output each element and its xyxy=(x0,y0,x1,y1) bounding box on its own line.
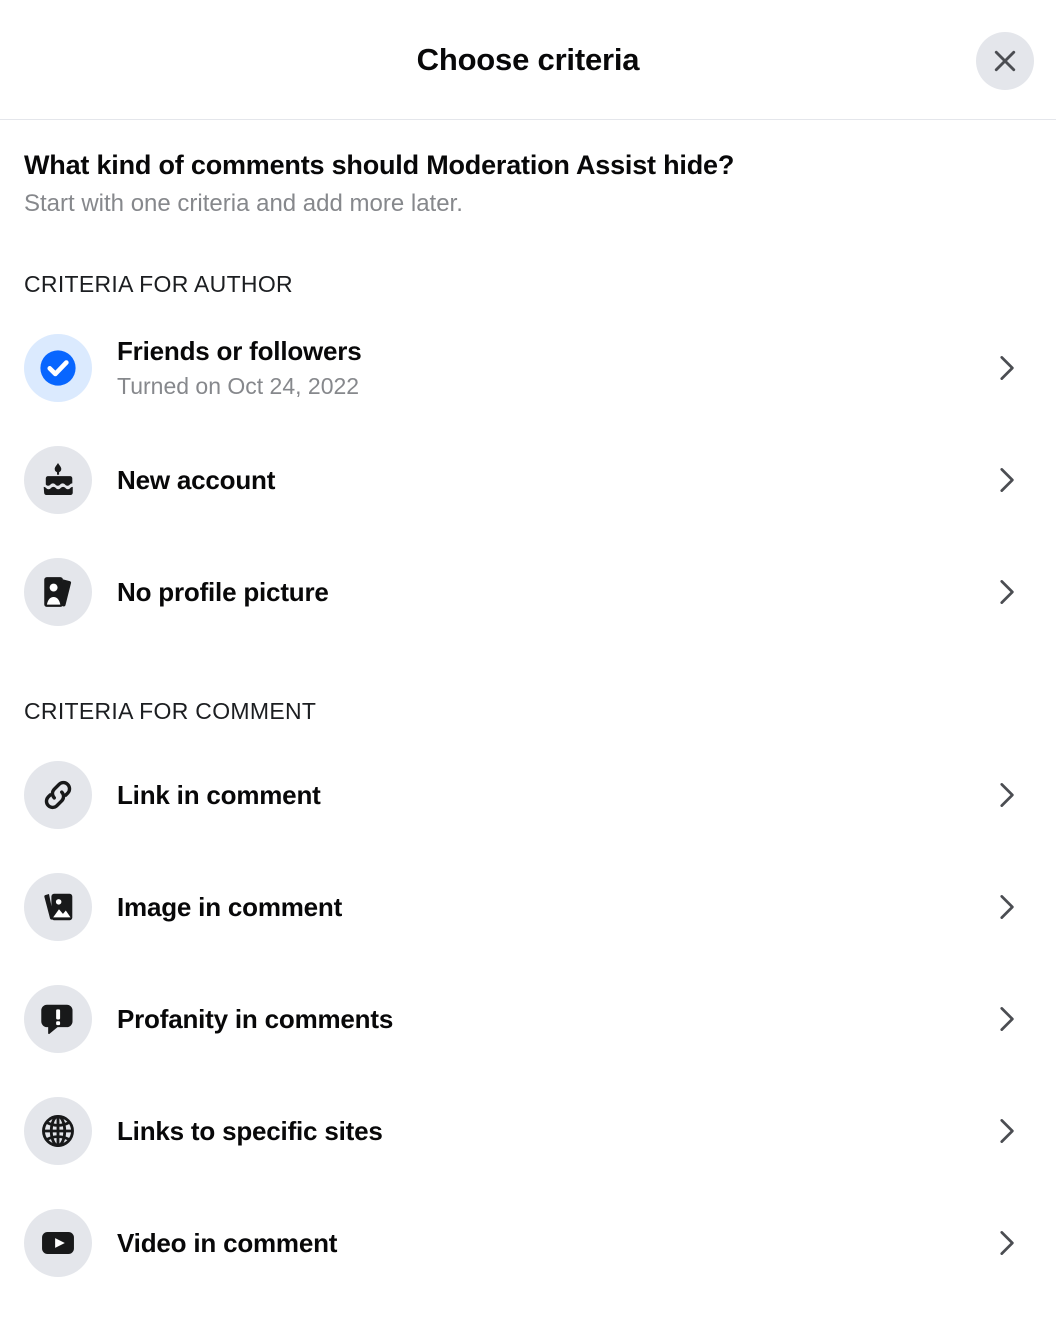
dialog-title: Choose criteria xyxy=(416,42,640,77)
criteria-row[interactable]: Friends or followers Turned on Oct 24, 20… xyxy=(0,312,1056,424)
id-card-icon xyxy=(24,558,92,627)
chevron-right-icon[interactable] xyxy=(984,1226,1028,1260)
criteria-row-text: Link in comment xyxy=(117,780,984,811)
intro-block: What kind of comments should Moderation … xyxy=(0,120,1056,219)
criteria-row-text: Video in comment xyxy=(117,1228,984,1259)
criteria-row-title: No profile picture xyxy=(117,576,329,607)
criteria-row-title: Profanity in comments xyxy=(117,1003,394,1034)
chevron-right-icon[interactable] xyxy=(984,1114,1028,1148)
criteria-row[interactable]: Profanity in comments xyxy=(0,963,1056,1075)
intro-subtitle: Start with one criteria and add more lat… xyxy=(24,190,463,218)
close-button[interactable] xyxy=(976,32,1034,90)
chevron-right-icon[interactable] xyxy=(984,463,1028,497)
intro-title: What kind of comments should Moderation … xyxy=(24,150,735,180)
criteria-row[interactable]: New account xyxy=(0,424,1056,536)
criteria-row[interactable]: Video in comment xyxy=(0,1187,1056,1299)
chevron-right-icon[interactable] xyxy=(984,351,1028,385)
criteria-row-subtitle: Turned on Oct 24, 2022 xyxy=(117,372,360,399)
criteria-row[interactable]: No profile picture xyxy=(0,536,1056,648)
chevron-right-icon[interactable] xyxy=(984,575,1028,609)
birthday-cake-icon xyxy=(24,446,92,515)
criteria-row-text: Profanity in comments xyxy=(117,1004,984,1035)
criteria-row-title: Image in comment xyxy=(117,891,343,922)
chevron-right-icon[interactable] xyxy=(984,890,1028,924)
globe-icon xyxy=(24,1097,92,1166)
criteria-row-text: Image in comment xyxy=(117,892,984,923)
link-icon xyxy=(24,761,92,830)
criteria-row[interactable]: Links to specific sites xyxy=(0,1075,1056,1187)
criteria-list-author: Friends or followers Turned on Oct 24, 20… xyxy=(0,312,1056,648)
speech-bubble-alert-icon xyxy=(24,985,92,1054)
chevron-right-icon[interactable] xyxy=(984,1002,1028,1036)
criteria-row-title: Friends or followers xyxy=(117,335,362,366)
close-icon xyxy=(990,46,1020,76)
criteria-list-comment: Link in comment Image in comment Profanity… xyxy=(0,739,1056,1299)
criteria-row-text: Links to specific sites xyxy=(117,1116,984,1147)
chevron-right-icon[interactable] xyxy=(984,778,1028,812)
photo-icon xyxy=(24,873,92,942)
video-play-icon xyxy=(24,1209,92,1278)
criteria-row-title: New account xyxy=(117,464,276,495)
criteria-row-text: No profile picture xyxy=(117,577,984,608)
check-circle-icon xyxy=(24,334,92,403)
dialog-header: Choose criteria xyxy=(0,0,1056,120)
section-header-comment: CRITERIA FOR COMMENT xyxy=(24,698,317,725)
criteria-row[interactable]: Image in comment xyxy=(0,851,1056,963)
criteria-row-title: Links to specific sites xyxy=(117,1115,383,1146)
criteria-row[interactable]: Link in comment xyxy=(0,739,1056,851)
criteria-row-text: New account xyxy=(117,465,984,496)
criteria-row-text: Friends or followers Turned on Oct 24, 20… xyxy=(117,336,984,401)
criteria-row-title: Link in comment xyxy=(117,779,321,810)
criteria-row-title: Video in comment xyxy=(117,1227,338,1258)
section-header-author: CRITERIA FOR AUTHOR xyxy=(24,271,293,298)
dialog-body: What kind of comments should Moderation … xyxy=(0,120,1056,1328)
choose-criteria-dialog: Choose criteria What kind of comments sh… xyxy=(0,0,1056,1328)
